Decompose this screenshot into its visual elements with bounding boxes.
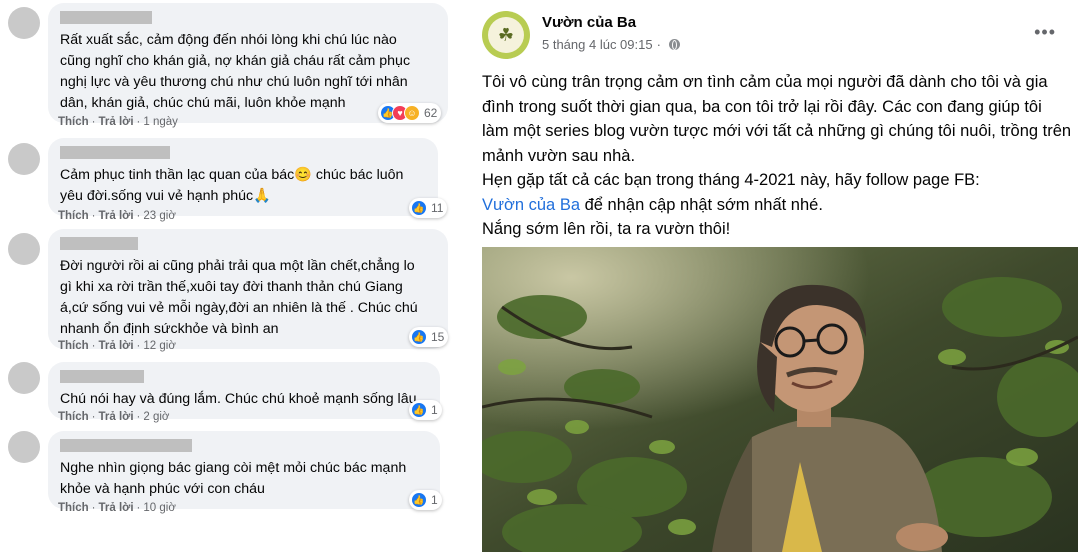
reaction-summary[interactable]: 👍 11 bbox=[409, 198, 448, 218]
redacted-commenter-name[interactable] bbox=[60, 11, 152, 24]
comment-text: Cảm phục tinh thần lạc quan của bác😊 chú… bbox=[60, 167, 404, 204]
post-panel: ☘ Vườn của Ba 5 tháng 4 lúc 09:15 · ••• … bbox=[468, 0, 1078, 552]
page-link[interactable]: Vườn của Ba bbox=[482, 196, 580, 214]
post-text: Tôi vô cùng trân trọng cảm ơn tình cảm c… bbox=[482, 70, 1072, 242]
redacted-commenter-name[interactable] bbox=[60, 146, 170, 159]
reply-link[interactable]: Trả lời bbox=[99, 340, 134, 352]
like-icon: 👍 bbox=[411, 200, 427, 216]
post-date[interactable]: 5 tháng 4 lúc 09:15 bbox=[542, 37, 653, 52]
like-icon: 👍 bbox=[411, 402, 427, 418]
comment-time[interactable]: 10 giờ bbox=[143, 502, 175, 514]
post-text-span: Hẹn gặp tất cả các bạn trong tháng 4-202… bbox=[482, 171, 980, 189]
like-link[interactable]: Thích bbox=[58, 411, 89, 423]
post-meta: 5 tháng 4 lúc 09:15 · bbox=[542, 37, 680, 52]
reaction-count: 15 bbox=[431, 330, 445, 344]
comment-time[interactable]: 2 giờ bbox=[143, 411, 169, 423]
photo-man-in-garden bbox=[482, 247, 1078, 552]
page-avatar[interactable]: ☘ bbox=[482, 11, 530, 59]
reaction-summary[interactable]: 👍 ♥ ☺ 62 bbox=[378, 103, 442, 123]
post-paragraph: Tôi vô cùng trân trọng cảm ơn tình cảm c… bbox=[482, 73, 1072, 165]
avatar[interactable] bbox=[8, 7, 40, 39]
comment-bubble: Nghe nhìn giọng bác giang còi mệt mỏi ch… bbox=[48, 431, 440, 509]
post-text-span: để nhận cập nhật sớm nhất nhé. bbox=[580, 195, 823, 214]
like-icon: 👍 bbox=[411, 492, 427, 508]
comment-text: Nghe nhìn giọng bác giang còi mệt mỏi ch… bbox=[60, 460, 407, 497]
comment-time[interactable]: 23 giờ bbox=[143, 210, 175, 222]
redacted-commenter-name[interactable] bbox=[60, 237, 138, 250]
comment-actions: Thích · Trả lời · 1 ngày bbox=[58, 116, 178, 128]
reaction-summary[interactable]: 👍 1 bbox=[409, 400, 442, 420]
like-link[interactable]: Thích bbox=[58, 502, 89, 514]
comment-text: Rất xuất sắc, cảm động đến nhói lòng khi… bbox=[60, 32, 411, 111]
comments-panel: Rất xuất sắc, cảm động đến nhói lòng khi… bbox=[0, 0, 468, 552]
haha-icon: ☺ bbox=[404, 105, 420, 121]
redacted-commenter-name[interactable] bbox=[60, 439, 192, 452]
reaction-summary[interactable]: 👍 15 bbox=[409, 327, 449, 347]
reaction-count: 1 bbox=[431, 493, 438, 507]
like-link[interactable]: Thích bbox=[58, 340, 89, 352]
globe-icon bbox=[668, 39, 680, 50]
reaction-summary[interactable]: 👍 1 bbox=[409, 490, 442, 510]
comment-bubble: Đời người rồi ai cũng phải trải qua một … bbox=[48, 229, 448, 349]
comment-text: Đời người rồi ai cũng phải trải qua một … bbox=[60, 258, 418, 337]
leaf-logo-icon: ☘ bbox=[488, 17, 524, 53]
avatar[interactable] bbox=[8, 362, 40, 394]
comment-actions: Thích · Trả lời · 12 giờ bbox=[58, 340, 176, 352]
comment-text: Chú nói hay và đúng lắm. Chúc chú khoẻ m… bbox=[60, 391, 417, 407]
avatar[interactable] bbox=[8, 143, 40, 175]
comment-time[interactable]: 1 ngày bbox=[143, 116, 178, 128]
reaction-count: 1 bbox=[431, 403, 438, 417]
reply-link[interactable]: Trả lời bbox=[99, 116, 134, 128]
avatar[interactable] bbox=[8, 431, 40, 463]
reaction-count: 11 bbox=[431, 201, 444, 215]
reply-link[interactable]: Trả lời bbox=[99, 502, 134, 514]
reply-link[interactable]: Trả lời bbox=[99, 411, 134, 423]
like-link[interactable]: Thích bbox=[58, 116, 89, 128]
redacted-commenter-name[interactable] bbox=[60, 370, 144, 383]
page-name[interactable]: Vườn của Ba bbox=[542, 14, 636, 31]
post-paragraph: Hẹn gặp tất cả các bạn trong tháng 4-202… bbox=[482, 168, 1072, 217]
avatar[interactable] bbox=[8, 233, 40, 265]
comment-actions: Thích · Trả lời · 23 giờ bbox=[58, 210, 176, 222]
meta-separator: · bbox=[656, 37, 661, 52]
comment-actions: Thích · Trả lời · 2 giờ bbox=[58, 411, 170, 423]
comment-actions: Thích · Trả lời · 10 giờ bbox=[58, 502, 176, 514]
post-photo[interactable] bbox=[482, 247, 1078, 552]
like-icon: 👍 bbox=[411, 329, 427, 345]
reply-link[interactable]: Trả lời bbox=[99, 210, 134, 222]
comment-time[interactable]: 12 giờ bbox=[143, 340, 175, 352]
like-link[interactable]: Thích bbox=[58, 210, 89, 222]
reaction-count: 62 bbox=[424, 106, 438, 120]
post-paragraph: Nắng sớm lên rồi, ta ra vườn thôi! bbox=[482, 220, 731, 238]
more-options-icon[interactable]: ••• bbox=[1034, 22, 1056, 43]
comment-bubble: Cảm phục tinh thần lạc quan của bác😊 chú… bbox=[48, 138, 438, 216]
